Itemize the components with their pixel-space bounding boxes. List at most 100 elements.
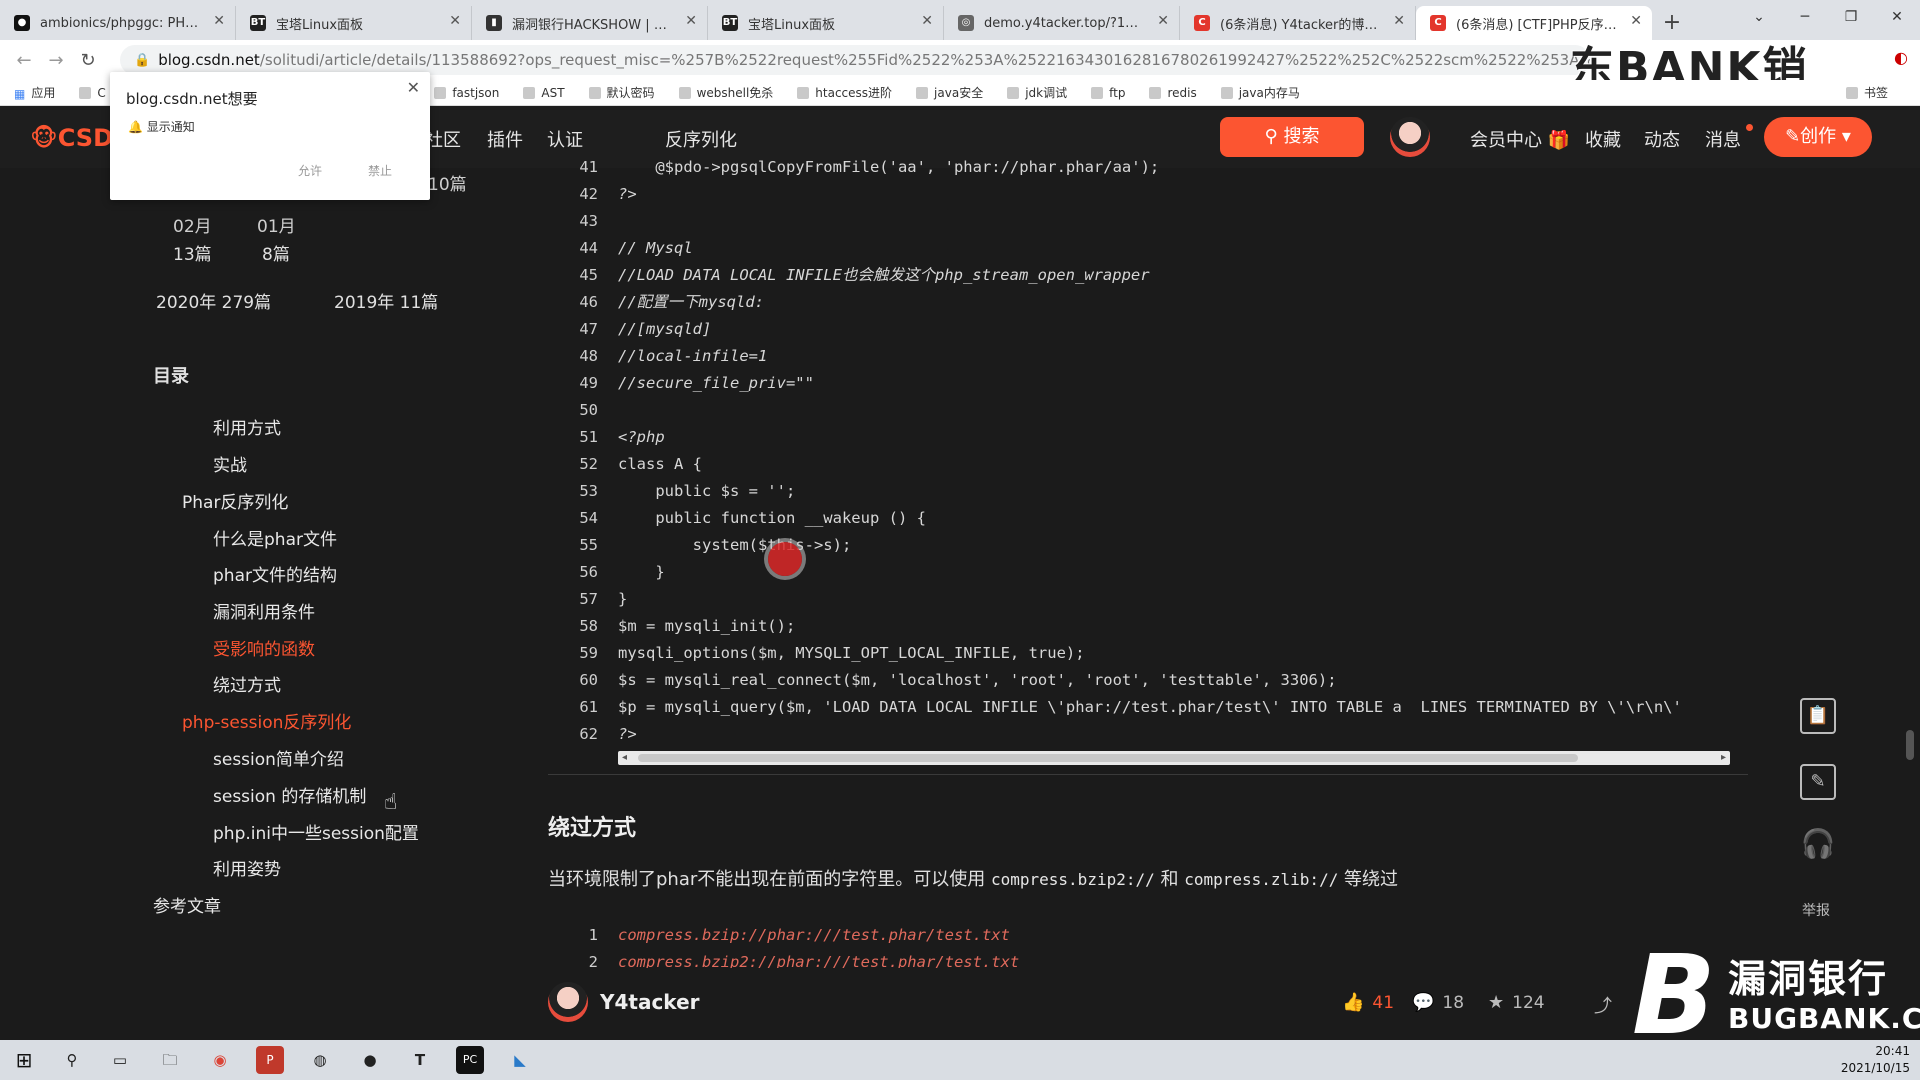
bookmark-item[interactable]: htaccess进阶 — [797, 84, 892, 101]
toc-item[interactable]: php.ini中一些session配置 — [213, 819, 419, 844]
bookmark-item[interactable]: fastjson — [434, 86, 499, 100]
csdn-logo[interactable]: 🐵CSD — [30, 124, 113, 152]
toc-item[interactable]: 参考文章 — [153, 892, 221, 917]
bookmark-item[interactable]: C — [79, 86, 106, 100]
share-button[interactable]: ⤴ — [1594, 992, 1620, 1018]
browser-tab[interactable]: BT 宝塔Linux面板 ✕ — [708, 6, 944, 40]
search-button[interactable]: ⚲ 搜索 — [1220, 117, 1364, 157]
close-icon[interactable]: ✕ — [407, 78, 420, 97]
comment-button[interactable]: 💬 18 — [1412, 992, 1464, 1013]
new-tab-button[interactable]: + — [1652, 6, 1692, 40]
toc-item[interactable]: session简单介绍 — [213, 745, 344, 770]
folder-icon — [1007, 86, 1020, 99]
archive-count-01[interactable]: 8篇 — [262, 240, 290, 265]
like-button[interactable]: 👍 41 — [1342, 992, 1394, 1013]
browser-tab[interactable]: BT 宝塔Linux面板 ✕ — [236, 6, 472, 40]
bookmark-item[interactable]: ftp — [1091, 86, 1125, 100]
bookmark-item[interactable]: webshell免杀 — [678, 84, 773, 101]
bookmark-item[interactable]: AST — [523, 86, 565, 100]
task-view-icon[interactable]: ▭ — [106, 1046, 134, 1074]
minimize-button[interactable]: ─ — [1782, 0, 1828, 34]
restore-button[interactable]: ❐ — [1828, 0, 1874, 34]
nav-favorites[interactable]: 收藏 — [1585, 126, 1621, 152]
nav-dynamic[interactable]: 动态 — [1644, 126, 1680, 152]
browser-tab[interactable]: ● ambionics/phpggc: PHPGGC ✕ — [0, 6, 236, 40]
archive-month-01[interactable]: 01月 — [257, 212, 296, 237]
tab-close-icon[interactable]: ✕ — [685, 13, 697, 29]
nav-link-plugins[interactable]: 插件 — [487, 126, 523, 152]
browser-tab[interactable]: ▮ 漏洞银行HACKSHOW | 专注网 ✕ — [472, 6, 708, 40]
powerpoint-icon[interactable]: P — [256, 1046, 284, 1074]
favorite-button[interactable]: ★ 124 — [1488, 992, 1545, 1013]
toc-item[interactable]: php-session反序列化 — [182, 708, 351, 733]
toc-item[interactable]: Phar反序列化 — [182, 488, 288, 513]
chrome-icon[interactable]: ◉ — [206, 1046, 234, 1074]
bookmark-apps[interactable]: ▦ 应用 — [14, 84, 55, 101]
bookmark-item[interactable]: java内存马 — [1220, 84, 1300, 101]
system-clock[interactable]: 20:41 2021/10/15 — [1841, 1043, 1910, 1077]
toc-item[interactable]: 利用方式 — [213, 414, 281, 439]
nav-link-certification[interactable]: 认证 — [547, 126, 583, 152]
bookmark-item[interactable]: 默认密码 — [588, 84, 655, 101]
browser-tab[interactable]: C (6条消息) Y4tacker的博客_CSD ✕ — [1180, 6, 1416, 40]
extension-icon[interactable]: ◐ — [1894, 48, 1908, 67]
toc-item[interactable]: 受影响的函数 — [213, 635, 315, 660]
clipboard-icon[interactable]: 📋 — [1800, 698, 1836, 734]
bookmark-item[interactable]: redis — [1149, 86, 1197, 100]
bookmark-label: 默认密码 — [606, 86, 655, 100]
reload-button[interactable]: ↻ — [72, 50, 104, 71]
tab-close-icon[interactable]: ✕ — [1157, 13, 1169, 29]
report-link[interactable]: 举报 — [1802, 900, 1830, 920]
vscode-icon[interactable]: ◣ — [506, 1046, 534, 1074]
browser-tab[interactable]: C (6条消息) [CTF]PHP反序列化 ✕ — [1416, 6, 1652, 40]
toc-item[interactable]: session 的存储机制 — [213, 782, 366, 807]
block-button[interactable]: 禁止 — [368, 162, 392, 179]
toc-item[interactable]: phar文件的结构 — [213, 561, 337, 586]
create-button[interactable]: ✎创作 ▾ — [1764, 117, 1872, 157]
page-scrollbar[interactable] — [1906, 730, 1914, 760]
bookmark-item[interactable]: jdk调试 — [1007, 84, 1067, 101]
archive-count-02[interactable]: 13篇 — [173, 240, 212, 265]
search-icon[interactable]: ⚲ — [58, 1046, 86, 1074]
archive-month-02[interactable]: 02月 — [173, 212, 212, 237]
nav-link-community[interactable]: 社区 — [425, 126, 461, 152]
archive-count[interactable]: 10篇 — [428, 170, 467, 195]
back-button[interactable]: ← — [8, 50, 40, 71]
notification-line: 🔔 显示通知 — [128, 118, 195, 135]
typora-icon[interactable]: T — [406, 1046, 434, 1074]
browser-tab[interactable]: ◎ demo.y4tacker.top/?1=phar ✕ — [944, 6, 1180, 40]
windows-start-icon[interactable]: ⊞ — [10, 1046, 38, 1074]
archive-year-2020[interactable]: 2020年 279篇 — [156, 288, 271, 313]
bookmark-item[interactable]: java安全 — [916, 84, 983, 101]
tab-close-icon[interactable]: ✕ — [921, 13, 933, 29]
app-icon[interactable]: ● — [356, 1046, 384, 1074]
url-field[interactable]: 🔒 blog.csdn.net/solitudi/article/details… — [120, 45, 1590, 75]
toc-item[interactable]: 漏洞利用条件 — [213, 598, 315, 623]
tab-close-icon[interactable]: ✕ — [449, 13, 461, 29]
file-explorer-icon[interactable]: 🗀 — [156, 1046, 184, 1074]
edit-icon[interactable]: ✎ — [1800, 764, 1836, 800]
pycharm-icon[interactable]: PC — [456, 1046, 484, 1074]
nav-messages[interactable]: 消息 — [1705, 126, 1741, 152]
forward-button[interactable]: → — [40, 50, 72, 71]
author-name[interactable]: Y4tacker — [600, 990, 700, 1014]
archive-year-2019[interactable]: 2019年 11篇 — [334, 288, 438, 313]
wechat-icon[interactable]: ◍ — [306, 1046, 334, 1074]
bookmark-item[interactable]: 书签 — [1845, 84, 1888, 101]
user-avatar[interactable] — [1390, 117, 1430, 157]
tab-search-icon[interactable]: ⌄ — [1736, 0, 1782, 34]
folder-icon — [797, 86, 810, 99]
allow-button[interactable]: 允许 — [298, 162, 322, 179]
headset-icon[interactable]: 🎧 — [1800, 828, 1836, 864]
tab-close-icon[interactable]: ✕ — [1393, 13, 1405, 29]
tab-close-icon[interactable]: ✕ — [1630, 13, 1642, 29]
nav-vip-center[interactable]: 会员中心 🎁 — [1470, 126, 1570, 152]
tab-close-icon[interactable]: ✕ — [213, 13, 225, 29]
toc-item[interactable]: 什么是phar文件 — [213, 525, 337, 550]
toc-item[interactable]: 利用姿势 — [213, 855, 281, 880]
close-window-button[interactable]: ✕ — [1874, 0, 1920, 34]
search-query-text[interactable]: 反序列化 — [665, 126, 737, 152]
toc-item[interactable]: 绕过方式 — [213, 671, 281, 696]
author-avatar[interactable] — [548, 982, 588, 1022]
toc-item[interactable]: 实战 — [213, 451, 247, 476]
